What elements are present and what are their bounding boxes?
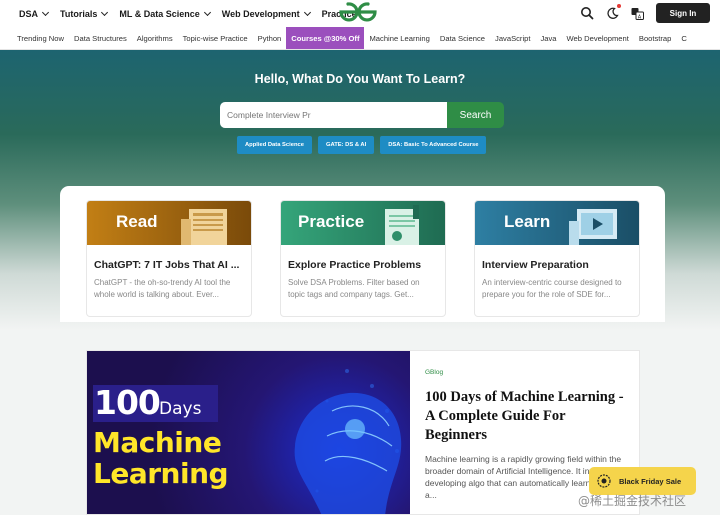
subnav-item[interactable]: JavaScript xyxy=(490,27,535,49)
subnav-item[interactable]: Machine Learning xyxy=(364,27,434,49)
chip-dsa-course[interactable]: DSA: Basic To Advanced Course xyxy=(380,136,487,154)
translate-icon[interactable]: A xyxy=(628,4,646,22)
chevron-down-icon xyxy=(303,8,311,16)
subnav-item[interactable]: Python xyxy=(253,27,287,49)
card-learn[interactable]: Learn Interview Preparation An interview… xyxy=(474,200,640,317)
image-text-days: Days xyxy=(159,399,202,419)
black-friday-sale-button[interactable]: Black Friday Sale xyxy=(589,467,696,495)
notification-dot xyxy=(617,4,621,8)
menu-web-development[interactable]: Web Development xyxy=(221,8,311,19)
featured-article[interactable]: 100 Days Machine Learning GBlog 100 Days… xyxy=(86,350,640,515)
card-banner: Read xyxy=(87,201,251,245)
top-navbar: DSA Tutorials ML & Data Science Web Deve… xyxy=(0,0,720,27)
chip-gate-ds-ai[interactable]: GATE: DS & AI xyxy=(317,136,375,154)
menu-ml-data-science[interactable]: ML & Data Science xyxy=(119,8,211,19)
menu-label: Web Development xyxy=(221,8,300,19)
dark-mode-moon-icon[interactable] xyxy=(603,4,621,22)
subnav-item[interactable]: Topic-wise Practice xyxy=(178,27,253,49)
hero-title: Hello, What Do You Want To Learn? xyxy=(254,72,466,86)
image-text-learning: Learning xyxy=(93,457,229,490)
chip-applied-data-science[interactable]: Applied Data Science xyxy=(237,136,312,154)
subnav-item-courses-offer[interactable]: Courses @30% Off xyxy=(286,27,365,49)
svg-text:A: A xyxy=(637,14,641,20)
article-title[interactable]: 100 Days of Machine Learning - A Complet… xyxy=(425,388,630,445)
menu-label: Tutorials xyxy=(60,8,98,19)
search-icon[interactable] xyxy=(578,4,596,22)
image-text-num: 100 xyxy=(94,383,161,422)
search-button[interactable]: Search xyxy=(447,102,504,128)
subnav-item[interactable]: Data Science xyxy=(435,27,490,49)
card-description: An interview-centric course designed to … xyxy=(482,278,622,299)
quick-links: Applied Data Science GATE: DS & AI DSA: … xyxy=(237,136,492,154)
subnav-item[interactable]: Data Structures xyxy=(69,27,132,49)
top-right-actions: A Sign In xyxy=(578,2,710,24)
article-image: 100 Days Machine Learning xyxy=(87,351,410,514)
search-input[interactable] xyxy=(220,102,447,128)
card-banner-title: Learn xyxy=(504,212,551,231)
chevron-down-icon xyxy=(203,8,211,16)
checklist-icon xyxy=(385,205,419,245)
subnav-item[interactable]: C xyxy=(676,27,691,49)
signin-button[interactable]: Sign In xyxy=(656,3,710,23)
card-banner: Learn xyxy=(475,201,639,245)
card-description: Solve DSA Problems. Filter based on topi… xyxy=(288,278,420,299)
card-banner-title: Read xyxy=(116,212,158,231)
card-title: Explore Practice Problems xyxy=(288,259,422,271)
subnav-item[interactable]: Web Development xyxy=(562,27,634,49)
gfg-logo-icon[interactable] xyxy=(338,1,378,23)
card-title: Interview Preparation xyxy=(482,259,589,271)
card-description: ChatGPT - the oh-so-trendy AI tool the w… xyxy=(94,278,231,299)
video-lesson-icon xyxy=(569,209,617,245)
sale-badge-icon xyxy=(597,474,611,488)
menu-label: ML & Data Science xyxy=(119,8,200,19)
card-title: ChatGPT: 7 IT Jobs That AI ... xyxy=(94,259,240,271)
subnav-item[interactable]: Trending Now xyxy=(0,27,69,49)
sub-navbar: Trending Now Data Structures Algorithms … xyxy=(0,27,720,50)
card-practice[interactable]: Practice Explore Practice Problems Solve… xyxy=(280,200,446,317)
watermark: @稀土掘金技术社区 xyxy=(578,494,687,508)
menu-tutorials[interactable]: Tutorials xyxy=(60,8,109,19)
black-friday-label: Black Friday Sale xyxy=(619,476,682,486)
subnav-item[interactable]: Algorithms xyxy=(132,27,178,49)
menu-label: DSA xyxy=(19,8,39,19)
book-icon xyxy=(181,209,227,245)
card-read[interactable]: Read ChatGPT: 7 IT Jobs That AI ... Chat… xyxy=(86,200,252,317)
image-text-machine: Machine xyxy=(93,426,222,459)
card-banner-title: Practice xyxy=(298,212,365,231)
subnav-item[interactable]: Bootstrap xyxy=(634,27,677,49)
card-banner: Practice xyxy=(281,201,445,245)
main-menu: DSA Tutorials ML & Data Science Web Deve… xyxy=(0,8,369,19)
menu-dsa[interactable]: DSA xyxy=(19,8,50,19)
chevron-down-icon xyxy=(101,8,109,16)
chevron-down-icon xyxy=(41,8,50,16)
article-tag[interactable]: GBlog xyxy=(425,369,630,376)
subnav-item[interactable]: Java xyxy=(535,27,561,49)
